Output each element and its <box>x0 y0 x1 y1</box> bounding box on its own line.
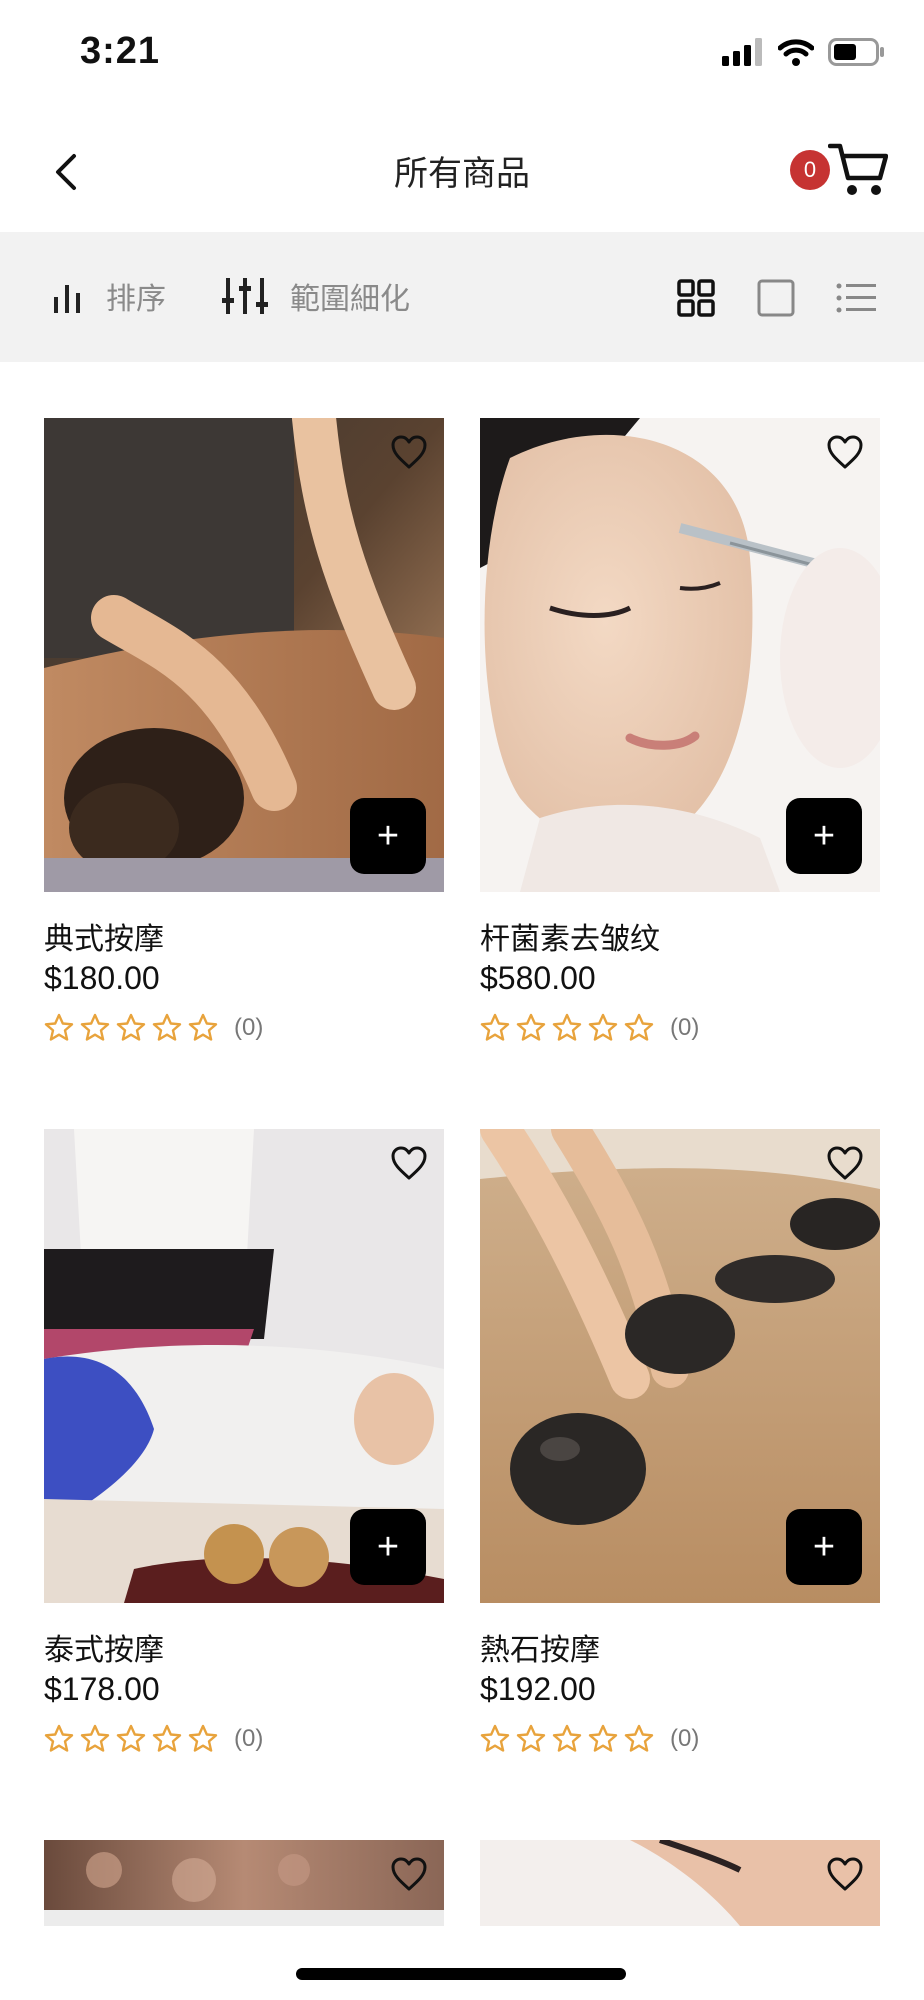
star-outline-icon <box>552 1724 582 1752</box>
product-image-massage[interactable]: + <box>44 418 444 892</box>
sort-bars-icon <box>54 285 80 313</box>
add-to-cart-button[interactable]: + <box>786 1509 862 1585</box>
product-card[interactable]: + 泰式按摩 $178.00 (0) <box>44 1129 444 1754</box>
filter-label: 範圍細化 <box>290 282 410 317</box>
star-outline-icon <box>480 1724 510 1752</box>
home-indicator[interactable] <box>296 1968 626 1980</box>
product-image-hot-stone[interactable]: + <box>480 1129 880 1603</box>
product-card[interactable]: + 熱石按摩 $192.00 (0) <box>480 1129 880 1754</box>
battery-icon <box>828 38 884 66</box>
product-price: $580.00 <box>480 960 596 996</box>
cart-count-badge: 0 <box>790 150 830 190</box>
star-outline-icon <box>516 1724 546 1752</box>
single-view-icon <box>757 279 795 317</box>
star-outline-icon <box>80 1724 110 1752</box>
filter-toolbar: 排序 範圍細化 <box>0 232 924 362</box>
product-name[interactable]: 典式按摩 <box>44 914 444 957</box>
star-outline-icon <box>152 1013 182 1041</box>
plus-icon: + <box>376 1525 400 1568</box>
product-card[interactable]: + 杆菌素去皱纹 $580.00 (0) <box>480 418 880 1043</box>
sort-label: 排序 <box>106 282 166 317</box>
star-outline-icon <box>188 1724 218 1752</box>
product-image-botox[interactable]: + <box>480 418 880 892</box>
product-rating: (0) <box>480 1013 880 1043</box>
star-outline-icon <box>480 1013 510 1041</box>
rating-count: (0) <box>234 1725 264 1752</box>
product-name[interactable]: 杆菌素去皱纹 <box>480 914 880 957</box>
star-outline-icon <box>588 1724 618 1752</box>
rating-count: (0) <box>670 1725 700 1752</box>
product-price: $192.00 <box>480 1671 596 1707</box>
star-outline-icon <box>116 1013 146 1041</box>
product-card[interactable]: + 典式按摩 $180.00 (0) <box>44 418 444 1043</box>
status-time: 3:21 <box>80 30 161 72</box>
grid-view-icon <box>677 279 715 317</box>
heart-icon[interactable] <box>826 1145 864 1181</box>
list-view-icon <box>836 283 876 313</box>
star-outline-icon <box>152 1724 182 1752</box>
product-price: $180.00 <box>44 960 160 996</box>
star-outline-icon <box>552 1013 582 1041</box>
star-outline-icon <box>44 1013 74 1041</box>
plus-icon: + <box>812 814 836 857</box>
add-to-cart-button[interactable]: + <box>350 1509 426 1585</box>
filter-sliders-icon <box>222 278 268 314</box>
wifi-icon <box>778 39 814 66</box>
product-rating: (0) <box>480 1724 880 1754</box>
single-view-button[interactable] <box>756 278 796 318</box>
product-card[interactable] <box>44 1840 444 1926</box>
product-image-partial[interactable] <box>480 1840 880 1926</box>
cart-icon <box>828 143 888 195</box>
heart-icon[interactable] <box>826 434 864 470</box>
plus-icon: + <box>376 814 400 857</box>
heart-icon[interactable] <box>826 1856 864 1892</box>
star-outline-icon <box>116 1724 146 1752</box>
star-outline-icon <box>624 1013 654 1041</box>
list-view-button[interactable] <box>836 278 876 318</box>
product-card[interactable] <box>480 1840 880 1926</box>
product-image-thai-massage[interactable]: + <box>44 1129 444 1603</box>
product-image-partial[interactable] <box>44 1840 444 1926</box>
star-outline-icon <box>588 1013 618 1041</box>
add-to-cart-button[interactable]: + <box>350 798 426 874</box>
star-outline-icon <box>188 1013 218 1041</box>
star-outline-icon <box>516 1013 546 1041</box>
page-title: 所有商品 <box>394 154 530 194</box>
signal-icon <box>722 38 762 66</box>
rating-count: (0) <box>234 1014 264 1041</box>
heart-icon[interactable] <box>390 434 428 470</box>
star-outline-icon <box>44 1724 74 1752</box>
star-outline-icon <box>80 1013 110 1041</box>
plus-icon: + <box>812 1525 836 1568</box>
heart-icon[interactable] <box>390 1145 428 1181</box>
product-rating: (0) <box>44 1724 444 1754</box>
filter-button[interactable]: 範圍細化 <box>222 274 410 318</box>
product-name[interactable]: 熱石按摩 <box>480 1625 880 1668</box>
add-to-cart-button[interactable]: + <box>786 798 862 874</box>
heart-icon[interactable] <box>390 1856 428 1892</box>
product-rating: (0) <box>44 1013 444 1043</box>
star-outline-icon <box>624 1724 654 1752</box>
rating-count: (0) <box>670 1014 700 1041</box>
status-icons <box>722 38 886 66</box>
sort-button[interactable]: 排序 <box>50 274 166 318</box>
product-name[interactable]: 泰式按摩 <box>44 1625 444 1668</box>
product-price: $178.00 <box>44 1671 160 1707</box>
grid-view-button[interactable] <box>676 278 716 318</box>
